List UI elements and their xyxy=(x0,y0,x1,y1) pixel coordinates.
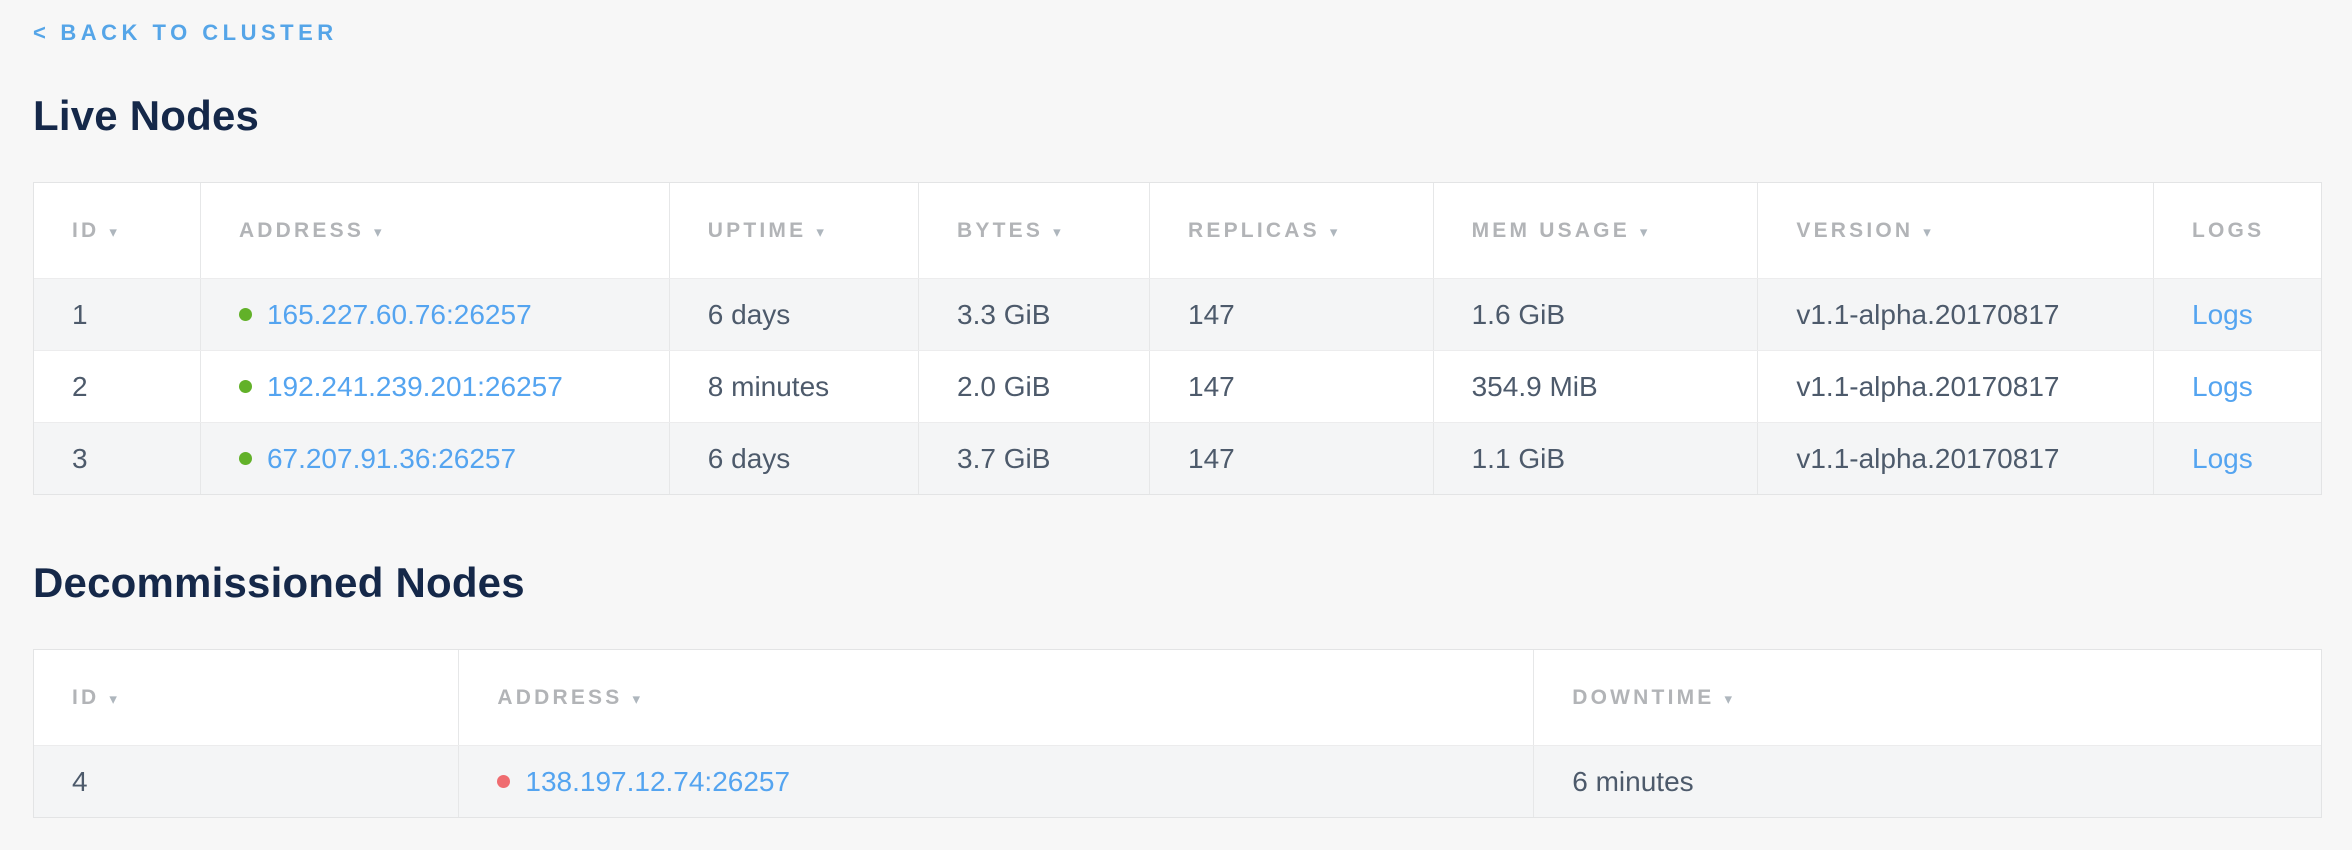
node-bytes-cell: 2.0 GiB xyxy=(919,351,1150,422)
node-logs-link[interactable]: Logs xyxy=(2192,299,2253,331)
sort-arrow-icon: ▾ xyxy=(374,223,385,241)
node-mem-usage-cell: 1.6 GiB xyxy=(1434,279,1759,350)
column-header-mem-usage[interactable]: MEM USAGE ▾ xyxy=(1434,183,1759,278)
node-logs-link[interactable]: Logs xyxy=(2192,371,2253,403)
node-uptime-cell: 6 days xyxy=(670,279,919,350)
node-address-link[interactable]: 165.227.60.76:26257 xyxy=(267,299,532,331)
sort-arrow-icon: ▾ xyxy=(1053,223,1064,241)
column-header-downtime[interactable]: DOWNTIME ▾ xyxy=(1534,650,2321,745)
back-chevron-icon: < xyxy=(33,20,50,45)
table-row: 1 165.227.60.76:26257 6 days 3.3 GiB 147… xyxy=(34,278,2321,350)
sort-arrow-icon: ▾ xyxy=(109,690,120,708)
column-header-label: ADDRESS xyxy=(239,219,364,243)
node-uptime-cell: 8 minutes xyxy=(670,351,919,422)
node-version-cell: v1.1-alpha.20170817 xyxy=(1758,279,2154,350)
column-header-label: ID xyxy=(72,219,99,243)
table-row: 4 138.197.12.74:26257 6 minutes xyxy=(34,745,2321,817)
node-downtime-cell: 6 minutes xyxy=(1534,746,2321,817)
sort-arrow-icon: ▾ xyxy=(1330,223,1341,241)
node-address-link[interactable]: 67.207.91.36:26257 xyxy=(267,443,516,475)
column-header-bytes[interactable]: BYTES ▾ xyxy=(919,183,1150,278)
node-live-status-icon xyxy=(239,308,252,321)
node-id-cell: 3 xyxy=(34,423,201,494)
sort-arrow-icon: ▾ xyxy=(1725,690,1736,708)
column-header-label: LOGS xyxy=(2192,219,2264,243)
column-header-label: VERSION xyxy=(1796,219,1913,243)
column-header-logs: LOGS xyxy=(2154,183,2321,278)
decommissioned-nodes-title: Decommissioned Nodes xyxy=(33,559,2322,607)
node-mem-usage-cell: 1.1 GiB xyxy=(1434,423,1759,494)
node-logs-cell: Logs xyxy=(2154,351,2321,422)
column-header-label: ID xyxy=(72,686,99,710)
live-nodes-title: Live Nodes xyxy=(33,92,2322,140)
node-logs-cell: Logs xyxy=(2154,279,2321,350)
node-address-link[interactable]: 192.241.239.201:26257 xyxy=(267,371,563,403)
node-logs-link[interactable]: Logs xyxy=(2192,443,2253,475)
column-header-label: BYTES xyxy=(957,219,1043,243)
node-address-cell: 67.207.91.36:26257 xyxy=(201,423,670,494)
node-replicas-cell: 147 xyxy=(1150,351,1434,422)
nodes-overview-page: < BACK TO CLUSTER Live Nodes ID ▾ ADDRESS… xyxy=(0,0,2352,818)
decommissioned-nodes-table: ID ▾ ADDRESS ▾ DOWNTIME ▾ 4 138.197.12.7… xyxy=(33,649,2322,818)
node-live-status-icon xyxy=(239,380,252,393)
node-address-cell: 165.227.60.76:26257 xyxy=(201,279,670,350)
column-header-label: UPTIME xyxy=(708,219,807,243)
node-decommissioned-status-icon xyxy=(497,775,510,788)
sort-arrow-icon: ▾ xyxy=(632,690,643,708)
column-header-label: ADDRESS xyxy=(497,686,622,710)
column-header-label: DOWNTIME xyxy=(1572,686,1714,710)
column-header-address[interactable]: ADDRESS ▾ xyxy=(201,183,670,278)
column-header-version[interactable]: VERSION ▾ xyxy=(1758,183,2154,278)
column-header-label: REPLICAS xyxy=(1188,219,1320,243)
node-logs-cell: Logs xyxy=(2154,423,2321,494)
node-bytes-cell: 3.7 GiB xyxy=(919,423,1150,494)
live-nodes-header-row: ID ▾ ADDRESS ▾ UPTIME ▾ BYTES ▾ REPLICAS… xyxy=(34,183,2321,278)
node-address-cell: 138.197.12.74:26257 xyxy=(459,746,1534,817)
node-id-cell: 2 xyxy=(34,351,201,422)
node-address-cell: 192.241.239.201:26257 xyxy=(201,351,670,422)
sort-arrow-icon: ▾ xyxy=(109,223,120,241)
node-bytes-cell: 3.3 GiB xyxy=(919,279,1150,350)
node-uptime-cell: 6 days xyxy=(670,423,919,494)
node-address-link[interactable]: 138.197.12.74:26257 xyxy=(525,766,790,798)
column-header-id[interactable]: ID ▾ xyxy=(34,183,201,278)
node-version-cell: v1.1-alpha.20170817 xyxy=(1758,351,2154,422)
node-live-status-icon xyxy=(239,452,252,465)
column-header-label: MEM USAGE xyxy=(1472,219,1630,243)
sort-arrow-icon: ▾ xyxy=(816,223,827,241)
node-replicas-cell: 147 xyxy=(1150,279,1434,350)
sort-arrow-icon: ▾ xyxy=(1640,223,1651,241)
back-link-label: BACK TO CLUSTER xyxy=(60,20,337,45)
live-nodes-table: ID ▾ ADDRESS ▾ UPTIME ▾ BYTES ▾ REPLICAS… xyxy=(33,182,2322,495)
node-replicas-cell: 147 xyxy=(1150,423,1434,494)
node-version-cell: v1.1-alpha.20170817 xyxy=(1758,423,2154,494)
decommissioned-nodes-header-row: ID ▾ ADDRESS ▾ DOWNTIME ▾ xyxy=(34,650,2321,745)
sort-arrow-icon: ▾ xyxy=(1923,223,1934,241)
node-id-cell: 4 xyxy=(34,746,459,817)
back-to-cluster-link[interactable]: < BACK TO CLUSTER xyxy=(33,20,338,46)
column-header-uptime[interactable]: UPTIME ▾ xyxy=(670,183,919,278)
column-header-id[interactable]: ID ▾ xyxy=(34,650,459,745)
table-row: 3 67.207.91.36:26257 6 days 3.7 GiB 147 … xyxy=(34,422,2321,494)
table-row: 2 192.241.239.201:26257 8 minutes 2.0 Gi… xyxy=(34,350,2321,422)
node-mem-usage-cell: 354.9 MiB xyxy=(1434,351,1759,422)
column-header-replicas[interactable]: REPLICAS ▾ xyxy=(1150,183,1434,278)
column-header-address[interactable]: ADDRESS ▾ xyxy=(459,650,1534,745)
node-id-cell: 1 xyxy=(34,279,201,350)
